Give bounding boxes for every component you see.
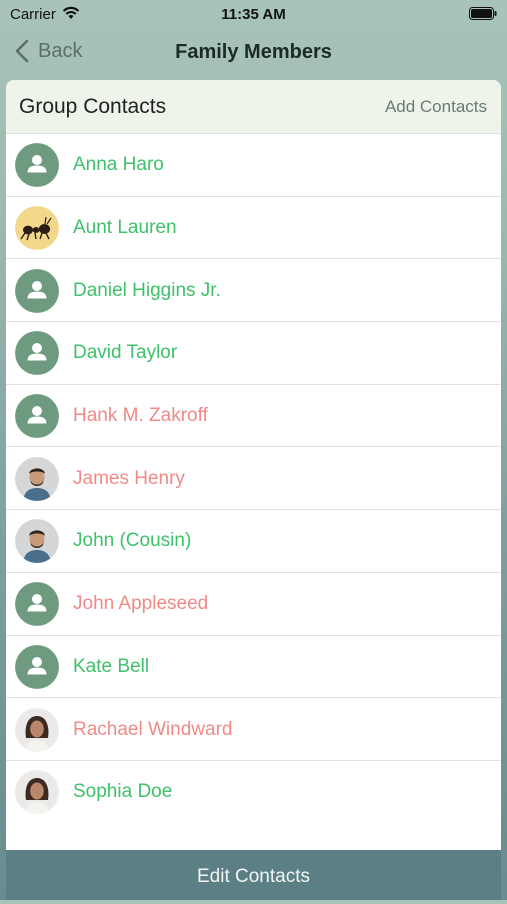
- navigation-bar: Back Family Members: [0, 30, 507, 76]
- ant-photo-avatar: [15, 206, 59, 251]
- contact-name: Sophia Doe: [73, 781, 173, 803]
- edit-contacts-button[interactable]: Edit Contacts: [6, 850, 501, 900]
- status-time: 11:35 AM: [221, 6, 286, 23]
- contact-row[interactable]: Anna Haro: [6, 134, 501, 197]
- add-contacts-button[interactable]: Add Contacts: [385, 97, 487, 117]
- contact-row[interactable]: Aunt Lauren: [6, 197, 501, 260]
- contact-name: Anna Haro: [73, 154, 164, 176]
- contact-name: John Appleseed: [73, 593, 209, 615]
- default-person-icon: [15, 582, 59, 627]
- contact-row[interactable]: John (Cousin): [6, 510, 501, 573]
- group-title: Group Contacts: [19, 94, 167, 118]
- battery-icon: [469, 7, 497, 20]
- contact-row[interactable]: David Taylor: [6, 322, 501, 385]
- contact-row[interactable]: James Henry: [6, 447, 501, 510]
- contact-list: Anna Haro Aunt Lauren Daniel Higgins Jr.…: [6, 134, 501, 824]
- contact-row[interactable]: John Appleseed: [6, 573, 501, 636]
- default-person-icon: [15, 268, 59, 313]
- contact-name: John (Cousin): [73, 530, 192, 552]
- contact-row[interactable]: Rachael Windward: [6, 698, 501, 761]
- default-person-icon: [15, 394, 59, 439]
- man-photo-avatar: [15, 456, 59, 501]
- contact-name: Aunt Lauren: [73, 217, 177, 239]
- woman-photo-avatar: [15, 770, 59, 815]
- contact-name: Rachael Windward: [73, 718, 233, 740]
- contact-row[interactable]: Daniel Higgins Jr.: [6, 259, 501, 322]
- contact-row[interactable]: Hank M. Zakroff: [6, 385, 501, 448]
- man-photo-avatar: [15, 519, 59, 564]
- group-header: Group Contacts Add Contacts: [6, 80, 501, 134]
- page-title: Family Members: [175, 41, 332, 63]
- default-person-icon: [15, 143, 59, 188]
- contact-name: Daniel Higgins Jr.: [73, 279, 221, 301]
- contact-name: David Taylor: [73, 342, 178, 364]
- contact-name: James Henry: [73, 467, 185, 489]
- contact-row[interactable]: Sophia Doe: [6, 761, 501, 824]
- contact-name: Kate Bell: [73, 655, 150, 677]
- contact-name: Hank M. Zakroff: [73, 405, 208, 427]
- contact-row[interactable]: Kate Bell: [6, 636, 501, 699]
- status-bar: Carrier 11:35 AM: [0, 0, 507, 30]
- contacts-card: Group Contacts Add Contacts Anna Haro Au…: [6, 80, 501, 850]
- default-person-icon: [15, 331, 59, 376]
- woman-photo-avatar: [15, 707, 59, 752]
- default-person-icon: [15, 644, 59, 689]
